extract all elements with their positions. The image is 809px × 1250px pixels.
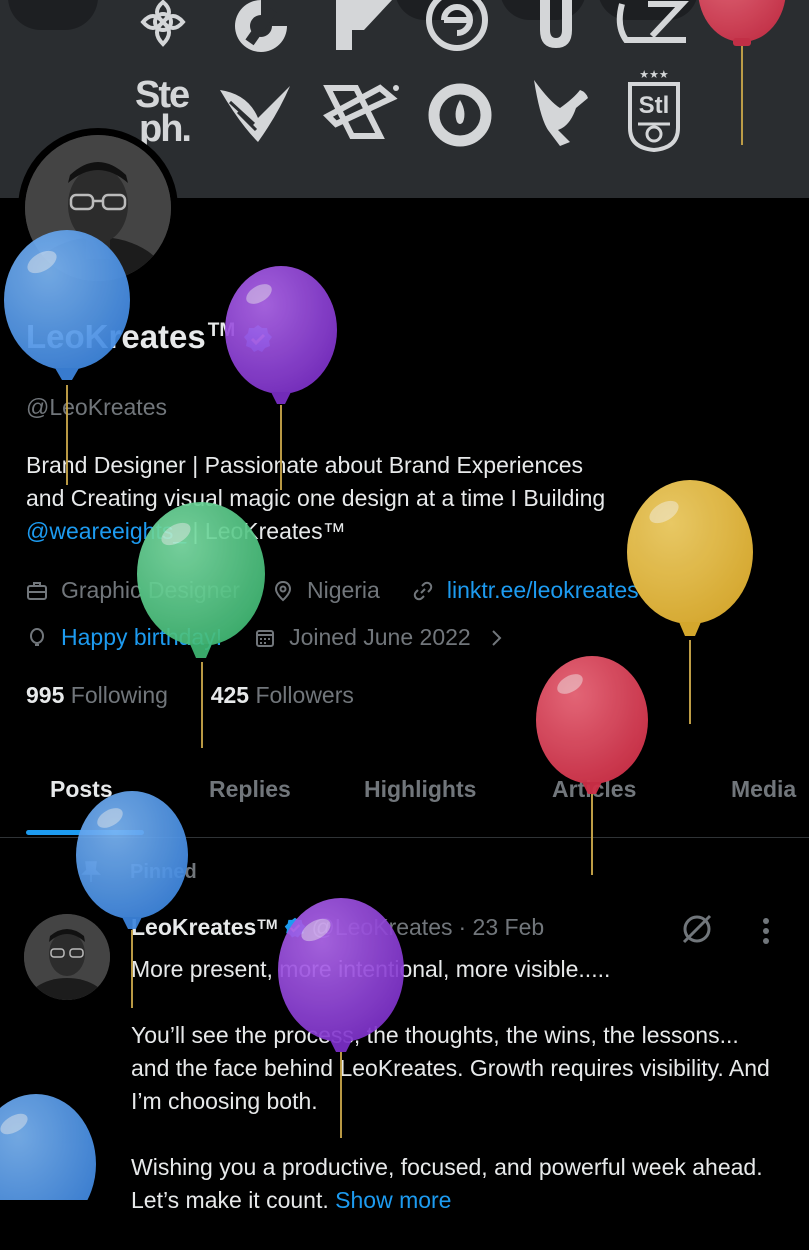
- tab-posts[interactable]: Posts: [50, 776, 113, 803]
- pinned-label: Pinned: [130, 860, 197, 883]
- bio-line-2: and Creating visual magic one design at …: [26, 485, 606, 511]
- tab-replies[interactable]: Replies: [209, 776, 291, 803]
- stl-badge-text: Stl: [638, 92, 670, 119]
- followers-stat[interactable]: 425 Followers: [211, 682, 354, 708]
- tab-media[interactable]: Media: [731, 776, 796, 803]
- post-paragraph-1: More present, more intentional, more vis…: [131, 956, 611, 982]
- lz-logo-icon: [612, 0, 692, 48]
- birthday-link[interactable]: Happy birthday!: [61, 624, 222, 651]
- followers-count: 425: [210, 682, 250, 708]
- balloon-red-middle: [536, 656, 648, 875]
- post-author-avatar[interactable]: [24, 914, 110, 1000]
- post-verified-badge-icon: [284, 917, 305, 938]
- avatar[interactable]: [25, 135, 171, 281]
- bio-line-1: Brand Designer | Passionate about Brand …: [26, 452, 584, 478]
- profile-name: LeoKreates: [26, 318, 206, 355]
- verified-badge-icon[interactable]: [243, 324, 273, 354]
- drop-ring-logo-icon: [427, 82, 493, 148]
- back-button[interactable]: [8, 0, 98, 30]
- x-star-logo-icon: [322, 80, 402, 146]
- post-paragraph-2: You’ll see the process, the thoughts, th…: [131, 1022, 770, 1114]
- steph-logo-icon: Ste ph.: [135, 74, 192, 150]
- followers-label: Followers: [255, 682, 354, 708]
- bird-logo-icon: [530, 78, 590, 148]
- location-pin-icon: [274, 580, 291, 601]
- following-label: Following: [70, 682, 168, 708]
- following-stat[interactable]: 995 Following: [26, 682, 168, 708]
- pinned-indicator: Pinned: [80, 860, 197, 884]
- trademark-mark: TM: [207, 320, 236, 341]
- profile-meta-row-1: Graphic Designer Nigeria linktr.ee/leokr…: [26, 577, 639, 604]
- joined-date: Joined June 2022: [289, 624, 471, 650]
- profile-category: Graphic Designer: [61, 577, 240, 603]
- stl-badge-logo-icon: ★★★ Stl: [626, 70, 682, 152]
- bio-mention-link[interactable]: @weareeights_: [26, 518, 186, 544]
- tab-highlights[interactable]: Highlights: [364, 776, 476, 803]
- post-body[interactable]: More present, more intentional, more vis…: [131, 953, 771, 1250]
- follow-stats: 995 Following 425 Followers: [26, 682, 354, 709]
- svg-text:★★★: ★★★: [639, 70, 669, 81]
- profile-location: Nigeria: [306, 577, 380, 603]
- pin-icon: [81, 861, 101, 882]
- post-date[interactable]: · 23 Feb: [459, 914, 545, 941]
- tabs-divider: [0, 837, 809, 838]
- following-count: 995: [26, 682, 65, 708]
- post-author-tm: TM: [257, 915, 278, 932]
- p-logo-icon: [334, 0, 394, 52]
- u-logo-icon: [536, 0, 576, 50]
- bio-tail: | LeoKreates™: [186, 518, 346, 544]
- wings-logo-icon: [218, 84, 292, 146]
- post-author-name[interactable]: LeoKreates: [131, 914, 256, 941]
- grok-icon[interactable]: [680, 912, 714, 946]
- chevron-right-icon[interactable]: [485, 627, 507, 649]
- balloon-blue-bottom: [0, 1094, 96, 1200]
- profile-name-row: LeoKreates TM: [26, 318, 273, 356]
- profile-tabs: Posts Replies Highlights Articles Media: [0, 770, 809, 836]
- show-more-link[interactable]: Show more: [335, 1187, 451, 1213]
- e-circle-logo-icon: [424, 0, 490, 52]
- profile-meta-row-2: Happy birthday! Joined June 2022: [26, 624, 507, 651]
- briefcase-icon: [27, 581, 47, 600]
- post-author-handle: @LeoKreates: [311, 914, 453, 940]
- calendar-icon: [256, 629, 275, 647]
- c-logo-icon: [228, 0, 294, 52]
- more-options-icon[interactable]: [756, 914, 776, 948]
- flower-logo-icon: [135, 0, 191, 50]
- active-tab-indicator: [26, 830, 144, 835]
- profile-website-link[interactable]: linktr.ee/leokreates: [447, 577, 639, 604]
- link-icon: [413, 581, 433, 600]
- profile-handle: @LeoKreates: [26, 394, 167, 420]
- profile-bio: Brand Designer | Passionate about Brand …: [26, 449, 726, 548]
- post-header: LeoKreates TM @LeoKreates · 23 Feb: [131, 914, 544, 941]
- tab-articles[interactable]: Articles: [552, 776, 636, 803]
- balloon-icon: [30, 627, 44, 646]
